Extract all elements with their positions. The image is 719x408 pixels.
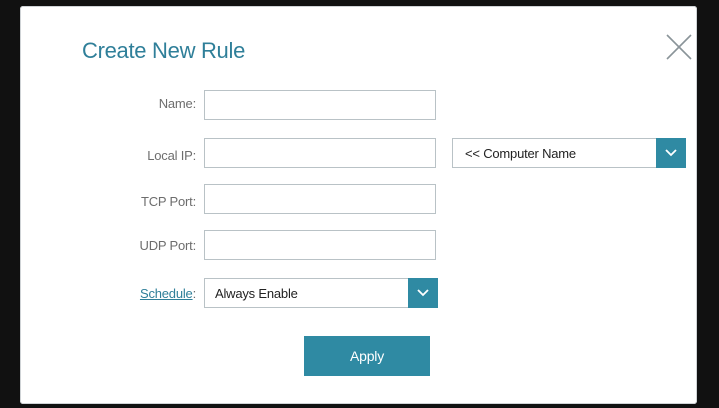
udp-port-label: UDP Port: [139, 238, 197, 253]
dialog-title: Create New Rule [82, 38, 246, 63]
schedule-label: Schedule: [139, 286, 196, 301]
close-button[interactable] [664, 32, 694, 62]
create-rule-dialog: Create New Rule Name: Local IP: << Compu… [20, 6, 697, 404]
udp-port-input[interactable] [204, 230, 436, 260]
window-frame: Create New Rule Name: Local IP: << Compu… [0, 0, 719, 408]
close-icon [666, 34, 692, 60]
local-ip-label: Local IP: [147, 148, 196, 163]
chevron-down-icon [417, 289, 429, 297]
tcp-port-label: TCP Port: [140, 194, 196, 209]
schedule-select-value: Always Enable [215, 286, 298, 301]
apply-button[interactable]: Apply [304, 336, 430, 376]
local-ip-input[interactable] [204, 138, 436, 168]
name-label: Name: [158, 96, 197, 111]
computer-name-select-value: << Computer Name [465, 146, 576, 161]
tcp-port-input[interactable] [204, 184, 436, 214]
chevron-down-icon [665, 149, 677, 157]
computer-name-select[interactable]: << Computer Name [452, 138, 686, 168]
computer-name-dropdown-button[interactable] [656, 138, 686, 168]
name-input[interactable] [204, 90, 436, 120]
schedule-link[interactable]: Schedule [140, 286, 193, 301]
schedule-select[interactable]: Always Enable [204, 278, 438, 308]
schedule-dropdown-button[interactable] [408, 278, 438, 308]
